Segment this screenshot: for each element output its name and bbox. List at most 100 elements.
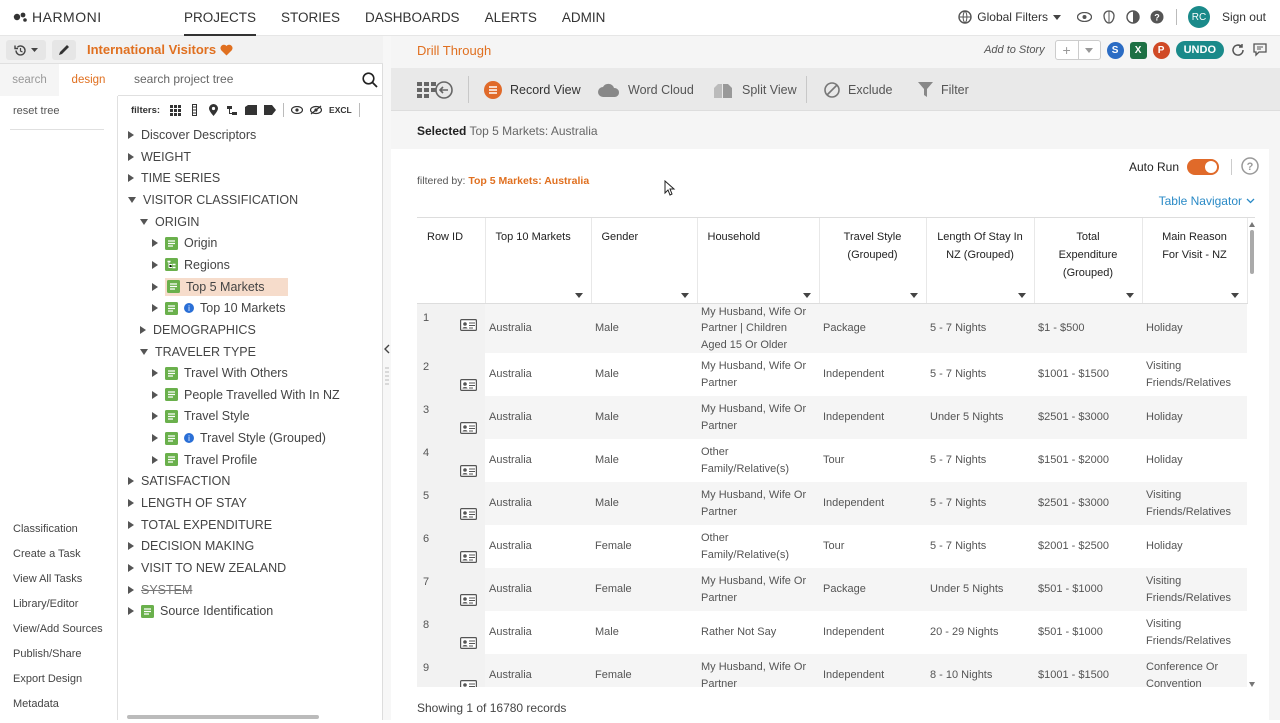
- tree-node[interactable]: Discover Descriptors: [128, 125, 256, 145]
- table-row[interactable]: 3 Australia Male My Husband, Wife Or Partne…: [417, 396, 1247, 439]
- table-row[interactable]: 7 Australia Female My Husband, Wife Or Part…: [417, 568, 1247, 611]
- caret-right-icon[interactable]: [152, 304, 158, 313]
- tree-node[interactable]: Travel Style: [152, 406, 250, 426]
- table-row[interactable]: 5 Australia Male My Husband, Wife Or Partne…: [417, 482, 1247, 525]
- scrollbar-thumb[interactable]: [1250, 230, 1254, 274]
- heart-icon[interactable]: [220, 44, 233, 56]
- record-card-icon[interactable]: [460, 318, 477, 331]
- column-header-main-reason[interactable]: Main Reason For Visit - NZ: [1142, 218, 1248, 304]
- caret-down-icon[interactable]: [1017, 292, 1026, 298]
- exclude-filter-toggle[interactable]: EXCL: [329, 105, 352, 115]
- record-card-icon[interactable]: [460, 637, 477, 649]
- caret-right-icon[interactable]: [128, 174, 134, 183]
- caret-right-icon[interactable]: [140, 325, 146, 334]
- sign-out-link[interactable]: Sign out: [1222, 10, 1266, 24]
- record-card-icon[interactable]: [460, 551, 477, 563]
- split-view-button[interactable]: Split View: [712, 68, 797, 111]
- tree-node[interactable]: ORIGIN: [140, 212, 199, 232]
- column-header-length-of-stay[interactable]: Length Of Stay In NZ (Grouped): [926, 218, 1035, 304]
- help-icon[interactable]: ?: [1149, 9, 1165, 25]
- link-library-editor[interactable]: Library/Editor: [13, 598, 103, 623]
- word-cloud-button[interactable]: Word Cloud: [598, 68, 694, 111]
- table-row[interactable]: 9 Australia Female My Husband, Wife Or Part…: [417, 654, 1247, 687]
- filter-button[interactable]: Filter: [918, 68, 969, 111]
- scroll-up-icon[interactable]: [1249, 222, 1255, 227]
- tree-node[interactable]: DECISION MAKING: [128, 536, 254, 556]
- nav-dashboards[interactable]: DASHBOARDS: [365, 0, 460, 36]
- tree-node[interactable]: SYSTEM: [128, 580, 192, 600]
- caret-down-icon[interactable]: [574, 292, 583, 298]
- link-create-task[interactable]: Create a Task: [13, 548, 103, 573]
- caret-right-icon[interactable]: [152, 282, 158, 291]
- table-row[interactable]: 2 Australia Male My Husband, Wife Or Partne…: [417, 353, 1247, 396]
- nav-alerts[interactable]: ALERTS: [485, 0, 537, 36]
- folder-filter-icon[interactable]: [245, 104, 258, 116]
- tree-node[interactable]: TIME SERIES: [128, 168, 220, 188]
- sharepoint-icon[interactable]: S: [1106, 41, 1124, 59]
- caret-right-icon[interactable]: [128, 564, 134, 572]
- caret-right-icon[interactable]: [128, 499, 134, 508]
- search-icon[interactable]: [362, 72, 378, 88]
- add-to-story-control[interactable]: +: [1054, 40, 1101, 60]
- table-navigator-dropdown[interactable]: Table Navigator: [1159, 194, 1255, 208]
- link-classification[interactable]: Classification: [13, 523, 103, 548]
- eye-slash-filter-icon[interactable]: [310, 104, 323, 116]
- table-vertical-scrollbar[interactable]: [1249, 222, 1255, 687]
- caret-down-icon[interactable]: [140, 348, 148, 355]
- eye-icon[interactable]: [1077, 9, 1093, 25]
- column-header-household[interactable]: Household: [697, 218, 820, 304]
- tree-node[interactable]: DEMOGRAPHICS: [140, 320, 256, 340]
- column-header-travel-style-grouped[interactable]: Travel Style (Grouped): [819, 218, 927, 304]
- scroll-down-icon[interactable]: [1249, 682, 1255, 687]
- caret-down-icon[interactable]: [680, 292, 689, 298]
- tree-node[interactable]: People Travelled With In NZ: [152, 385, 340, 405]
- grid-filter-icon[interactable]: [169, 104, 181, 116]
- table-row[interactable]: 4 Australia Male Other Family/Relative(s) To…: [417, 439, 1247, 482]
- tree-node[interactable]: LENGTH OF STAY: [128, 493, 247, 513]
- selected-tree-node[interactable]: Top 5 Markets: [165, 277, 288, 296]
- record-card-icon[interactable]: [460, 422, 477, 434]
- tree-node[interactable]: TOTAL EXPENDITURE: [128, 515, 272, 535]
- link-view-add-sources[interactable]: View/Add Sources: [13, 623, 103, 648]
- record-card-icon[interactable]: [460, 594, 477, 606]
- history-button[interactable]: [6, 40, 46, 60]
- plus-icon[interactable]: +: [1056, 41, 1078, 59]
- brain-icon[interactable]: [1101, 9, 1117, 25]
- caret-right-icon[interactable]: [128, 477, 134, 486]
- powerpoint-icon[interactable]: P: [1152, 41, 1170, 59]
- location-filter-icon[interactable]: [207, 104, 219, 116]
- record-card-icon[interactable]: [460, 508, 477, 520]
- refresh-icon[interactable]: [1230, 42, 1246, 58]
- tree-node[interactable]: Travel With Others: [152, 363, 288, 383]
- caret-down-icon[interactable]: [1125, 292, 1134, 298]
- tree-node[interactable]: i Top 10 Markets: [152, 298, 285, 318]
- link-metadata[interactable]: Metadata: [13, 698, 103, 723]
- tree-node[interactable]: VISITOR CLASSIFICATION: [128, 190, 298, 210]
- caret-right-icon[interactable]: [128, 585, 134, 594]
- global-filters-dropdown[interactable]: Global Filters: [958, 10, 1061, 24]
- caret-right-icon[interactable]: [128, 152, 134, 161]
- caret-down-icon[interactable]: [1230, 292, 1239, 298]
- caret-right-icon[interactable]: [152, 412, 158, 421]
- caret-down-icon[interactable]: [140, 218, 148, 225]
- caret-right-icon[interactable]: [128, 520, 134, 529]
- record-card-icon[interactable]: [460, 680, 477, 687]
- caret-right-icon[interactable]: [128, 607, 134, 616]
- tree-node[interactable]: SATISFACTION: [128, 471, 230, 491]
- reset-tree-link[interactable]: reset tree: [13, 105, 59, 117]
- tree-node[interactable]: WEIGHT: [128, 147, 191, 167]
- column-header-top-10-markets[interactable]: Top 10 Markets: [485, 218, 592, 304]
- edit-button[interactable]: [52, 40, 76, 60]
- column-header-row-id[interactable]: Row ID: [417, 218, 486, 304]
- caret-right-icon[interactable]: [128, 131, 134, 139]
- column-filter-icon[interactable]: [188, 104, 200, 116]
- link-export-design[interactable]: Export Design: [13, 673, 103, 698]
- caret-right-icon[interactable]: [128, 542, 134, 551]
- tree-node[interactable]: i Travel Style (Grouped): [152, 428, 326, 448]
- eye-filter-icon[interactable]: [291, 104, 304, 116]
- tree-node[interactable]: Travel Profile: [152, 450, 257, 470]
- avatar[interactable]: RC: [1187, 6, 1210, 28]
- nav-stories[interactable]: STORIES: [281, 0, 340, 36]
- caret-down-icon[interactable]: [802, 292, 811, 298]
- chevron-down-icon[interactable]: [1077, 41, 1100, 59]
